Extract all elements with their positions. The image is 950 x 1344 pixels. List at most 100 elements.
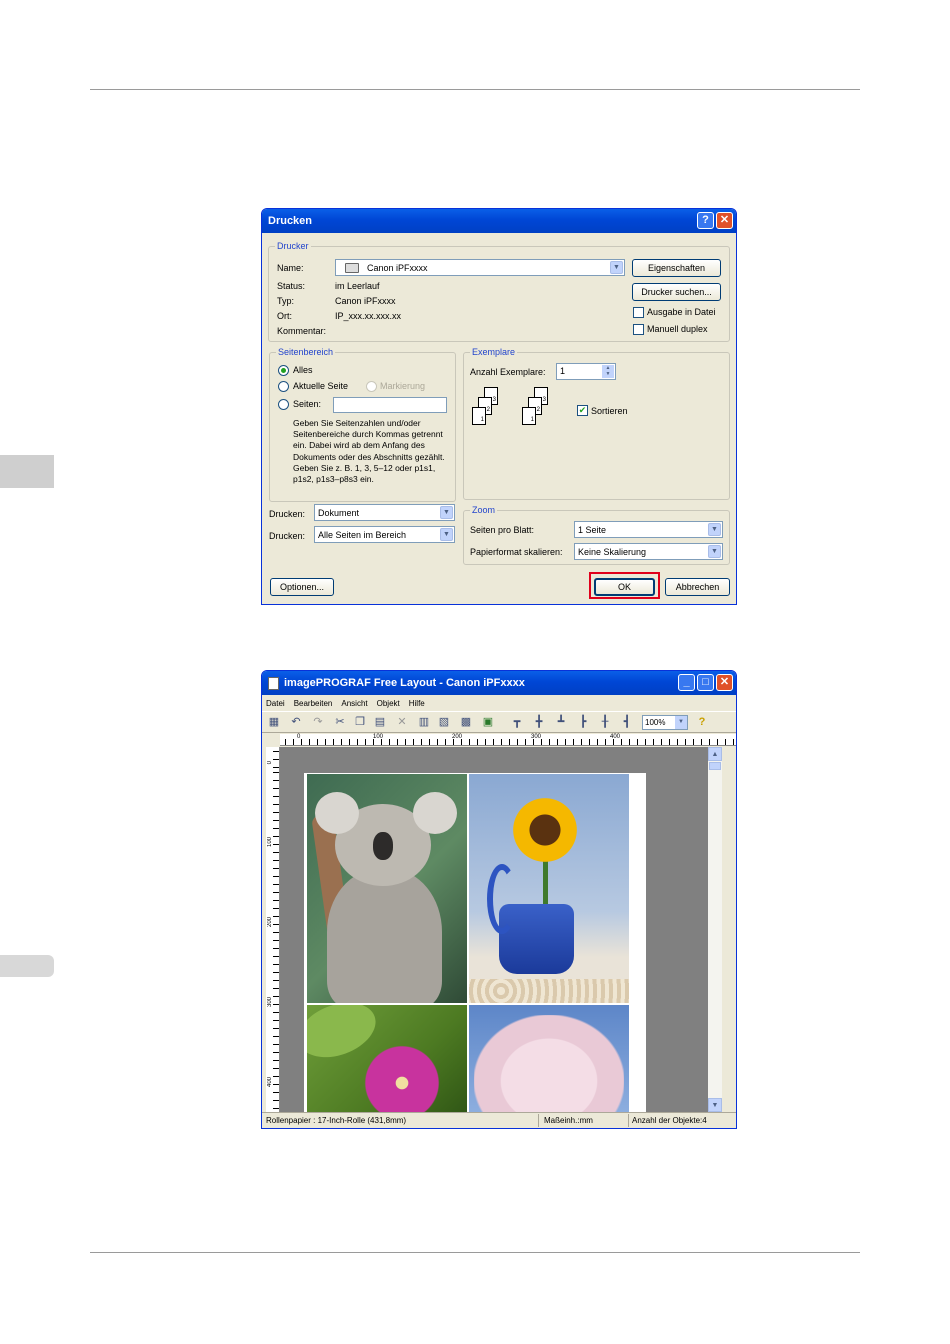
menu-help[interactable]: Hilfe: [409, 699, 425, 708]
menu-view[interactable]: Ansicht: [341, 699, 367, 708]
bring-front-icon[interactable]: ▥: [417, 715, 431, 729]
blossom-shape: [357, 1043, 447, 1112]
printer-name-select[interactable]: Canon iPFxxxx ▼: [335, 259, 625, 276]
page-range-group: Seitenbereich Alles Aktuelle Seite Marki…: [269, 347, 456, 502]
collate-checkbox[interactable]: ✔: [577, 405, 588, 416]
find-printer-button[interactable]: Drucker suchen...: [632, 283, 721, 301]
pages-per-sheet-value: 1 Seite: [578, 524, 607, 535]
properties-button[interactable]: Eigenschaften: [632, 259, 721, 277]
ok-button[interactable]: OK: [594, 578, 655, 596]
vertical-scrollbar[interactable]: ▲ ▼: [708, 747, 722, 1112]
zoom-select[interactable]: 100% ▼: [642, 715, 688, 730]
print-what-label: Drucken:: [269, 509, 306, 519]
layout-icon[interactable]: ▩: [459, 715, 473, 729]
redo-icon[interactable]: ↷: [311, 715, 325, 729]
sunflower-photo[interactable]: [469, 774, 629, 1003]
menu-bar: Datei Bearbeiten Ansicht Objekt Hilfe: [262, 695, 736, 711]
scale-label: Papierformat skalieren:: [470, 547, 563, 557]
pages-radio[interactable]: [278, 399, 289, 410]
spinner-arrows-icon[interactable]: ▲ ▼: [602, 365, 614, 378]
maximize-icon[interactable]: □: [697, 674, 714, 691]
cancel-button[interactable]: Abbrechen: [665, 578, 730, 596]
pages-input[interactable]: [333, 397, 447, 413]
selection-label: Markierung: [380, 381, 426, 391]
close-icon[interactable]: ✕: [716, 212, 733, 229]
page-range-hint: Geben Sie Seitenzahlen und/oder Seitenbe…: [293, 418, 445, 485]
cut-icon[interactable]: ✂: [333, 715, 347, 729]
print-dialog: Drucken ? ✕ Drucker Name: Canon iPFxxxx …: [261, 208, 737, 605]
ruler-v-ticks: [273, 747, 279, 1112]
minimize-icon[interactable]: _: [678, 674, 695, 691]
print-to-file-checkbox[interactable]: [633, 307, 644, 318]
free-layout-window: imagePROGRAF Free Layout - Canon iPFxxxx…: [261, 670, 737, 1129]
chevron-down-icon: ▼: [610, 261, 623, 274]
page-range-group-label: Seitenbereich: [276, 347, 336, 357]
close-icon[interactable]: ✕: [716, 674, 733, 691]
chapter-tab: [0, 455, 54, 488]
manual-duplex-checkbox[interactable]: [633, 324, 644, 335]
cherry-blossom-photo[interactable]: [469, 1005, 629, 1112]
layout-canvas[interactable]: ▲ ▼: [280, 747, 722, 1112]
scroll-up-icon[interactable]: ▲: [708, 747, 722, 761]
status-objects: Anzahl der Objekte:4: [632, 1116, 707, 1125]
shells-shape: [469, 979, 629, 1003]
help-icon[interactable]: ?: [695, 715, 709, 729]
copy-icon[interactable]: ❐: [353, 715, 367, 729]
print-to-file-label: Ausgabe in Datei: [647, 307, 716, 317]
scroll-thumb[interactable]: [709, 762, 721, 770]
options-button[interactable]: Optionen...: [270, 578, 334, 596]
printer-name-value: Canon iPFxxxx: [367, 262, 428, 273]
location-value: IP_xxx.xx.xxx.xx: [335, 311, 402, 321]
align-right-icon[interactable]: ┫: [620, 715, 634, 729]
manual-duplex-label: Manuell duplex: [647, 324, 708, 334]
paste-icon[interactable]: ▤: [373, 715, 387, 729]
print-what-value: Dokument: [318, 507, 360, 518]
scale-select[interactable]: Keine Skalierung ▼: [574, 543, 723, 560]
koala-nose-shape: [373, 832, 393, 860]
status-value: im Leerlauf: [335, 281, 380, 291]
print-what-select[interactable]: Dokument ▼: [314, 504, 455, 521]
align-bottom-icon[interactable]: ┻: [554, 715, 568, 729]
collate-label: Sortieren: [591, 406, 628, 416]
menu-object[interactable]: Objekt: [377, 699, 400, 708]
current-page-label: Aktuelle Seite: [293, 381, 349, 391]
align-top-icon[interactable]: ┳: [510, 715, 524, 729]
location-label: Ort:: [277, 311, 292, 321]
chevron-down-icon: ▼: [440, 528, 453, 541]
copies-count-label: Anzahl Exemplare:: [470, 367, 546, 377]
align-center-icon[interactable]: ╂: [598, 715, 612, 729]
flower-photo[interactable]: [307, 1005, 467, 1112]
zoom-value: 100%: [645, 718, 666, 727]
vase-handle-shape: [487, 864, 517, 934]
copies-group-label: Exemplare: [470, 347, 518, 357]
print-dialog-titlebar[interactable]: Drucken ? ✕: [262, 209, 736, 233]
pages-per-sheet-select[interactable]: 1 Seite ▼: [574, 521, 723, 538]
copies-count-spinner[interactable]: 1 ▲ ▼: [556, 363, 616, 380]
koala-photo[interactable]: [307, 774, 467, 1003]
all-pages-radio[interactable]: [278, 365, 289, 376]
help-icon[interactable]: ?: [697, 212, 714, 229]
delete-icon[interactable]: ✕: [395, 715, 409, 729]
print-range-label: Drucken:: [269, 531, 306, 541]
current-page-radio[interactable]: [278, 381, 289, 392]
horizontal-ruler: 0 100 200 300 400: [280, 734, 736, 746]
free-layout-titlebar[interactable]: imagePROGRAF Free Layout - Canon iPFxxxx…: [262, 671, 736, 695]
print-range-value: Alle Seiten im Bereich: [318, 529, 407, 540]
chevron-down-icon: ▼: [440, 506, 453, 519]
menu-file[interactable]: Datei: [266, 699, 285, 708]
print-icon[interactable]: ▦: [267, 715, 281, 729]
menu-edit[interactable]: Bearbeiten: [294, 699, 333, 708]
print-range-select[interactable]: Alle Seiten im Bereich ▼: [314, 526, 455, 543]
type-value: Canon iPFxxxx: [335, 296, 396, 306]
image-icon[interactable]: ▣: [481, 715, 495, 729]
status-paper: Rollenpapier : 17-Inch-Rolle (431,8mm): [266, 1116, 407, 1125]
scroll-down-icon[interactable]: ▼: [708, 1098, 722, 1112]
toolbar: ▦ ↶ ↷ ✂ ❐ ▤ ✕ ▥ ▧ ▩ ▣ ┳ ╋ ┻ ┣ ╂ ┫ 100% ▼…: [262, 711, 736, 733]
undo-icon[interactable]: ↶: [289, 715, 303, 729]
page-sheet: 1: [472, 407, 486, 425]
koala-body-shape: [327, 869, 442, 1003]
header-rule: [90, 89, 860, 90]
send-back-icon[interactable]: ▧: [437, 715, 451, 729]
align-left-icon[interactable]: ┣: [576, 715, 590, 729]
align-middle-icon[interactable]: ╋: [532, 715, 546, 729]
